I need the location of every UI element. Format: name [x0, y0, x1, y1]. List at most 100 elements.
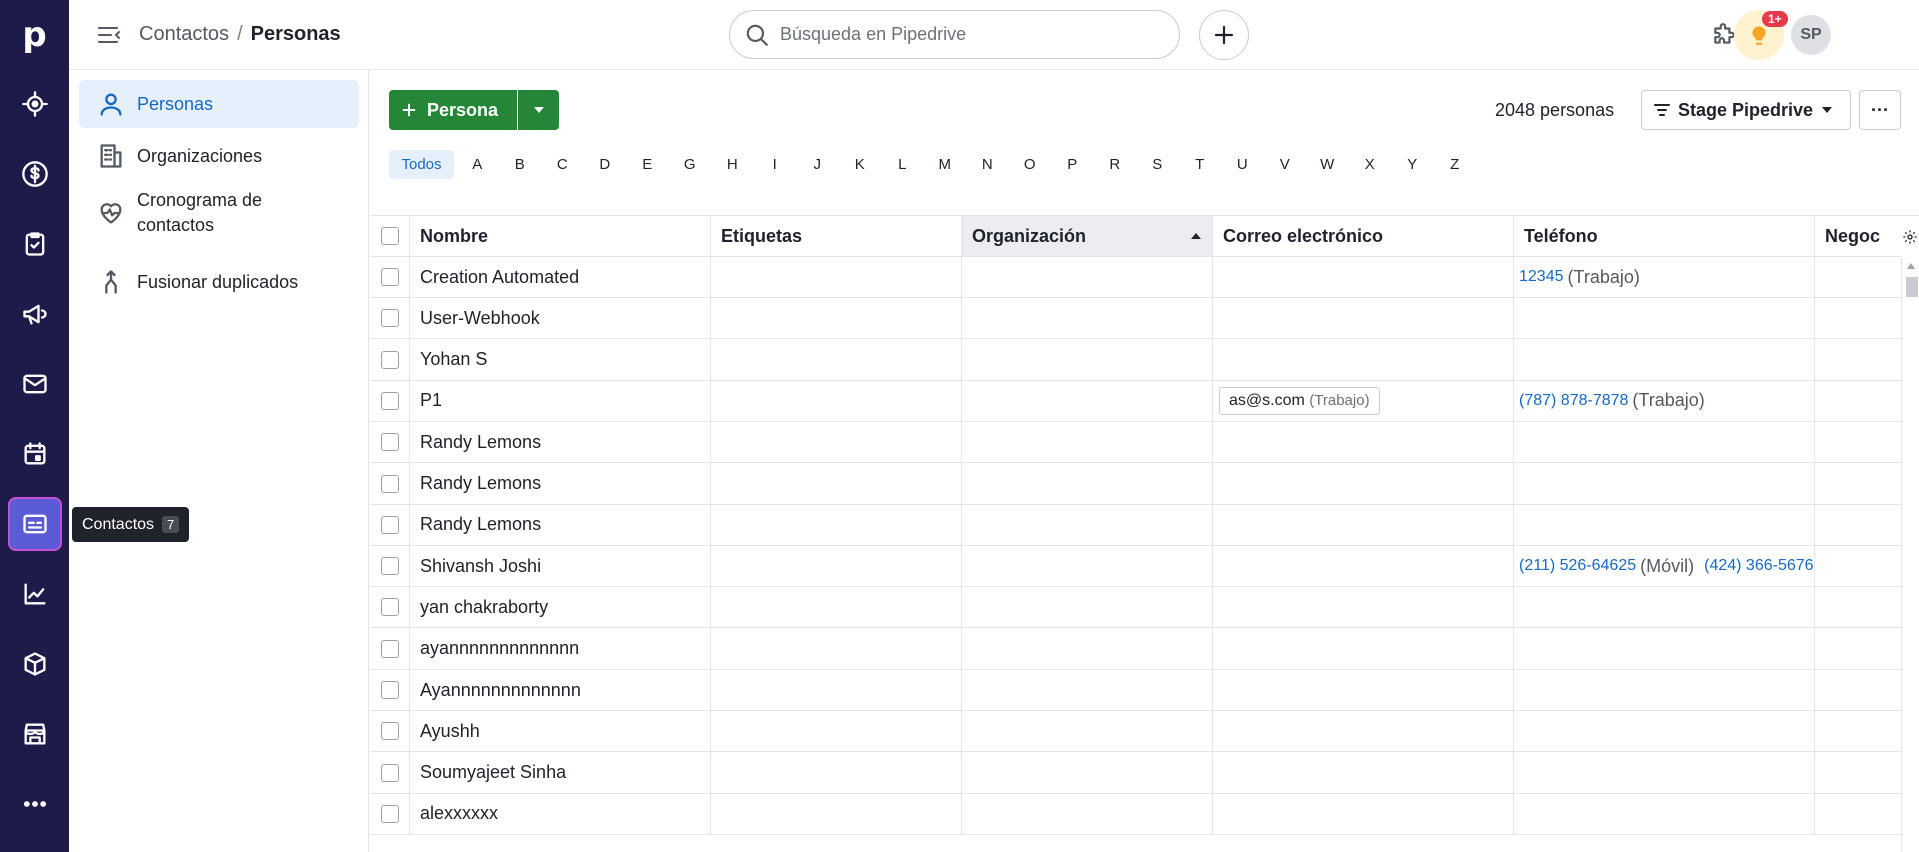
email-cell[interactable] — [1213, 257, 1514, 297]
organization-cell[interactable] — [962, 339, 1213, 380]
organization-cell[interactable] — [962, 670, 1213, 710]
name-cell[interactable]: User-Webhook — [410, 298, 711, 339]
pipedrive-logo[interactable]: p — [0, 0, 69, 69]
column-header-etiquetas[interactable]: Etiquetas — [711, 216, 962, 256]
organization-cell[interactable] — [962, 587, 1213, 628]
table-row[interactable]: User-Webhook — [370, 298, 1919, 340]
organization-cell[interactable] — [962, 628, 1213, 669]
alpha-letter[interactable]: A — [456, 156, 499, 173]
organization-cell[interactable] — [962, 298, 1213, 339]
email-cell[interactable] — [1213, 670, 1514, 710]
phone-link[interactable]: 12345 — [1519, 268, 1564, 286]
name-cell[interactable]: Randy Lemons — [410, 463, 711, 504]
tags-cell[interactable] — [711, 711, 962, 752]
name-cell[interactable]: Creation Automated — [410, 257, 711, 297]
row-checkbox[interactable] — [380, 681, 399, 699]
name-cell[interactable]: P1 — [410, 380, 711, 421]
column-header-correo[interactable]: Correo electrónico — [1213, 216, 1514, 256]
table-row[interactable]: Randy Lemons — [370, 463, 1919, 505]
alpha-letter[interactable]: M — [924, 156, 967, 173]
alpha-letter[interactable]: P — [1051, 156, 1094, 173]
name-cell[interactable]: Soumyajeet Sinha — [410, 752, 711, 793]
tags-cell[interactable] — [711, 380, 962, 421]
phone-cell[interactable] — [1514, 587, 1815, 628]
more-actions-button[interactable]: ··· — [1859, 90, 1901, 130]
rail-mail-button[interactable] — [8, 357, 62, 411]
alpha-letter[interactable]: X — [1349, 156, 1392, 173]
rail-activities-button[interactable] — [8, 217, 62, 271]
rail-marketplace-button[interactable] — [8, 707, 62, 761]
table-row[interactable]: alexxxxxx — [370, 793, 1919, 835]
alpha-letter[interactable]: Z — [1434, 156, 1477, 173]
table-row[interactable]: Randy Lemons — [370, 422, 1919, 464]
phone-cell[interactable]: (787) 878-7878 (Trabajo) — [1514, 380, 1815, 421]
add-person-dropdown-button[interactable] — [518, 90, 559, 130]
email-cell[interactable] — [1213, 504, 1514, 545]
sidebar-item-cronograma[interactable]: Cronograma de contactos — [79, 184, 359, 242]
alpha-letter[interactable]: J — [796, 156, 839, 173]
alpha-letter[interactable]: V — [1264, 156, 1307, 173]
filter-button[interactable]: Stage Pipedrive — [1641, 90, 1851, 130]
email-cell[interactable] — [1213, 339, 1514, 380]
organization-cell[interactable] — [962, 422, 1213, 463]
scrollbar-thumb[interactable] — [1906, 277, 1918, 297]
alpha-letter[interactable]: L — [881, 156, 924, 173]
phone-cell[interactable] — [1514, 339, 1815, 380]
email-cell[interactable] — [1213, 422, 1514, 463]
email-cell[interactable] — [1213, 463, 1514, 504]
column-settings-button[interactable] — [1901, 216, 1919, 257]
search-input[interactable] — [780, 24, 1160, 45]
table-row[interactable]: P1 as@s.com (Trabajo) (787) 878-7878 (Traba… — [370, 380, 1919, 422]
alpha-letter[interactable]: B — [499, 156, 542, 173]
organization-cell[interactable] — [962, 793, 1213, 834]
organization-cell[interactable] — [962, 546, 1213, 587]
name-cell[interactable]: Randy Lemons — [410, 422, 711, 463]
email-cell[interactable] — [1213, 711, 1514, 752]
alpha-letter[interactable]: C — [541, 156, 584, 173]
phone-cell[interactable] — [1514, 752, 1815, 793]
alpha-letter[interactable]: R — [1094, 156, 1137, 173]
table-row[interactable]: yan chakraborty — [370, 587, 1919, 629]
phone-cell[interactable] — [1514, 463, 1815, 504]
tags-cell[interactable] — [711, 793, 962, 834]
name-cell[interactable]: Ayushh — [410, 711, 711, 752]
tags-cell[interactable] — [711, 463, 962, 504]
alpha-letter[interactable]: Y — [1391, 156, 1434, 173]
tags-cell[interactable] — [711, 422, 962, 463]
row-checkbox[interactable] — [380, 804, 399, 823]
table-row[interactable]: Ayannnnnnnnnnnnn — [370, 670, 1919, 711]
avatar[interactable]: SP — [1791, 15, 1831, 55]
table-scrollbar[interactable] — [1901, 257, 1919, 852]
email-cell[interactable] — [1213, 587, 1514, 628]
table-row[interactable]: Ayushh — [370, 711, 1919, 753]
tags-cell[interactable] — [711, 628, 962, 669]
column-header-telefono[interactable]: Teléfono — [1514, 216, 1815, 256]
sidebar-item-personas[interactable]: Personas — [79, 80, 359, 128]
row-checkbox[interactable] — [380, 763, 399, 782]
alpha-letter[interactable]: S — [1136, 156, 1179, 173]
phone-cell[interactable]: 12345 (Trabajo) — [1514, 257, 1815, 297]
phone-cell[interactable] — [1514, 298, 1815, 339]
email-cell[interactable] — [1213, 628, 1514, 669]
table-row[interactable]: Soumyajeet Sinha — [370, 752, 1919, 794]
row-checkbox[interactable] — [380, 391, 399, 410]
phone-link[interactable]: (787) 878-7878 — [1519, 392, 1628, 410]
email-cell[interactable] — [1213, 298, 1514, 339]
rail-calendar-button[interactable] — [8, 427, 62, 481]
row-checkbox[interactable] — [380, 474, 399, 493]
tags-cell[interactable] — [711, 298, 962, 339]
row-checkbox[interactable] — [380, 722, 399, 741]
name-cell[interactable]: Yohan S — [410, 339, 711, 380]
search-box[interactable] — [729, 10, 1180, 59]
select-all-checkbox[interactable] — [380, 227, 399, 245]
table-row[interactable]: Yohan S — [370, 339, 1919, 381]
phone-cell[interactable] — [1514, 422, 1815, 463]
breadcrumb-parent[interactable]: Contactos — [139, 23, 229, 45]
organization-cell[interactable] — [962, 463, 1213, 504]
rail-contacts-button[interactable] — [8, 497, 62, 551]
table-row[interactable]: Shivansh Joshi (211) 526-64625 (Móvil) (424… — [370, 546, 1919, 588]
sidebar-item-fusionar[interactable]: Fusionar duplicados — [79, 262, 359, 302]
name-cell[interactable]: yan chakraborty — [410, 587, 711, 628]
alpha-letter[interactable]: E — [626, 156, 669, 173]
column-header-organizacion[interactable]: Organización — [962, 216, 1213, 256]
